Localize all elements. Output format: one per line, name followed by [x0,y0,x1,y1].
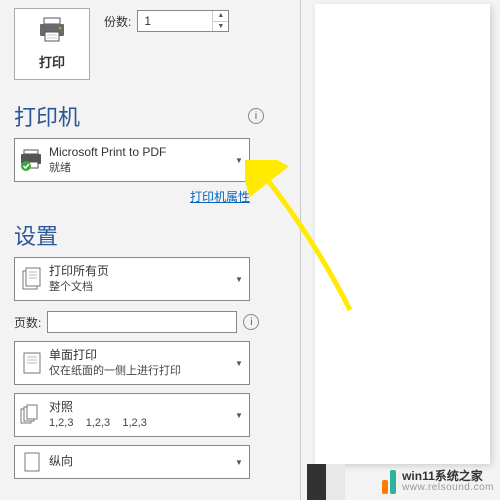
printer-status: 就绪 [49,161,229,175]
orientation-line1: 纵向 [49,454,229,470]
section-settings-title: 设置 [14,219,264,251]
duplex-line2: 仅在纸面的一侧上进行打印 [49,364,229,378]
watermark-text: win11系统之家 www.relsound.com [402,470,494,493]
copies-label: 份数: [104,13,131,30]
duplex-line1: 单面打印 [49,348,229,364]
printer-icon [37,17,67,46]
scope-dropdown[interactable]: 打印所有页 整个文档 ▼ [14,257,250,301]
info-icon[interactable]: i [243,314,259,330]
pages-label: 页数: [14,314,41,331]
section-printer-title: 打印机 i [14,100,264,132]
scope-line1: 打印所有页 [49,264,229,280]
pages-input[interactable] [47,311,237,333]
collate-icon [15,394,49,436]
orientation-dropdown[interactable]: 纵向 ▼ [14,445,250,479]
square-light [326,464,345,500]
chevron-down-icon: ▼ [229,342,249,384]
copies-spinner[interactable]: 1 ▲ ▼ [137,10,229,32]
print-button[interactable]: 打印 [14,8,90,80]
scope-dropdown-text: 打印所有页 整个文档 [49,258,229,300]
collate-line2: 1,2,3 1,2,3 1,2,3 [49,416,229,430]
duplex-dropdown[interactable]: 单面打印 仅在纸面的一侧上进行打印 ▼ [14,341,250,385]
decorative-squares [307,464,345,500]
section-settings-label: 设置 [14,219,58,251]
chevron-down-icon: ▼ [229,258,249,300]
watermark-url: www.relsound.com [402,483,494,494]
collate-dropdown[interactable]: 对照 1,2,3 1,2,3 1,2,3 ▼ [14,393,250,437]
spinner-arrows: ▲ ▼ [212,11,228,31]
chevron-down-icon: ▼ [229,139,249,181]
print-button-label: 打印 [39,52,65,71]
chevron-down-icon: ▼ [229,394,249,436]
printer-ready-icon [15,139,49,181]
collate-line1: 对照 [49,400,229,416]
pages-all-icon [15,258,49,300]
printer-dropdown-text: Microsoft Print to PDF 就绪 [49,139,229,181]
duplex-dropdown-text: 单面打印 仅在纸面的一侧上进行打印 [49,342,229,384]
watermark: win11系统之家 www.relsound.com [382,470,494,494]
info-icon[interactable]: i [248,108,264,124]
page-preview [315,4,490,464]
collate-dropdown-text: 对照 1,2,3 1,2,3 1,2,3 [49,394,229,436]
copies-value: 1 [138,14,212,28]
scope-line2: 整个文档 [49,280,229,294]
printer-dropdown[interactable]: Microsoft Print to PDF 就绪 ▼ [14,138,250,182]
top-row: 打印 份数: 1 ▲ ▼ [14,8,264,80]
printer-properties-link[interactable]: 打印机属性 [14,188,250,205]
printer-name: Microsoft Print to PDF [49,145,229,161]
section-printer-label: 打印机 [14,100,80,132]
spinner-down[interactable]: ▼ [213,22,228,32]
portrait-icon [15,446,49,478]
chevron-down-icon: ▼ [229,446,249,478]
print-panel: 打印 份数: 1 ▲ ▼ 打印机 i [0,0,280,500]
single-side-icon [15,342,49,384]
spinner-up[interactable]: ▲ [213,11,228,22]
square-dark [307,464,326,500]
orientation-dropdown-text: 纵向 [49,446,229,478]
panel-divider [300,0,301,500]
watermark-logo-icon [382,470,396,494]
copies-group: 份数: 1 ▲ ▼ [104,10,229,32]
pages-row: 页数: i [14,311,264,333]
